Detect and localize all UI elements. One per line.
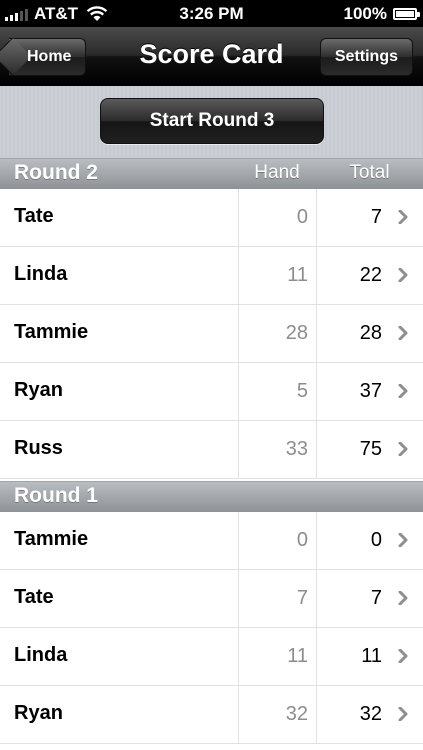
battery-percent: 100% [343,4,387,23]
section-title: Round 2 [14,161,98,184]
hand-score: 11 [238,247,316,304]
table-row[interactable]: Tate 7 7 [0,570,423,628]
chevron-right-icon [398,591,408,605]
chevron-right-icon [398,268,408,282]
table-row[interactable]: Ryan 5 37 [0,363,423,421]
chevron-right-icon [398,442,408,456]
player-name: Ryan [14,702,63,724]
player-name: Russ [14,437,63,459]
section-header-round-2: Round 2 Hand Total [0,158,423,190]
player-name: Tate [14,586,54,608]
player-name: Tammie [14,321,89,343]
player-name: Ryan [14,379,63,401]
table-row[interactable]: Tate 0 7 [0,189,423,247]
hand-score: 0 [238,189,316,246]
status-right: 100% [343,4,420,24]
toolbar: Start Round 3 [0,86,423,158]
column-header-total: Total [349,162,390,183]
settings-button[interactable]: Settings [319,38,413,76]
hand-score: 0 [238,512,316,569]
total-score: 75 [316,421,384,478]
section-title: Round 1 [14,484,98,507]
total-score: 7 [316,189,384,246]
total-score: 32 [316,686,384,743]
table-row[interactable]: Ryan 32 32 [0,686,423,744]
table-row[interactable]: Tammie 28 28 [0,305,423,363]
status-bar: AT&T 3:26 PM 100% [0,0,423,27]
chevron-right-icon [398,533,408,547]
hand-score: 28 [238,305,316,362]
player-name: Linda [14,263,68,285]
chevron-right-icon [398,210,408,224]
battery-icon [393,8,420,20]
total-score: 11 [316,628,384,685]
navigation-bar: Home Score Card Settings [0,27,423,86]
table-row[interactable]: Linda 11 11 [0,628,423,686]
chevron-right-icon [398,649,408,663]
chevron-right-icon [398,326,408,340]
column-header-hand: Hand [254,162,300,183]
chevron-right-icon [398,384,408,398]
start-round-button[interactable]: Start Round 3 [100,98,324,144]
home-button-label: Home [27,48,72,65]
chevron-right-icon [398,707,408,721]
total-score: 37 [316,363,384,420]
hand-score: 11 [238,628,316,685]
player-name: Linda [14,644,68,666]
table-row[interactable]: Linda 11 22 [0,247,423,305]
hand-score: 5 [238,363,316,420]
hand-score: 33 [238,421,316,478]
hand-score: 7 [238,570,316,627]
player-name: Tate [14,205,54,227]
total-score: 7 [316,570,384,627]
section-header-round-1: Round 1 [0,481,423,513]
table-row[interactable]: Russ 33 75 [0,421,423,479]
total-score: 22 [316,247,384,304]
round-2-list: Tate 0 7 Linda 11 22 Tammie 28 28 Ryan 5… [0,189,423,479]
round-1-list: Tammie 0 0 Tate 7 7 Linda 11 11 Ryan 32 … [0,512,423,744]
total-score: 28 [316,305,384,362]
total-score: 0 [316,512,384,569]
hand-score: 32 [238,686,316,743]
table-row[interactable]: Tammie 0 0 [0,512,423,570]
player-name: Tammie [14,528,89,550]
